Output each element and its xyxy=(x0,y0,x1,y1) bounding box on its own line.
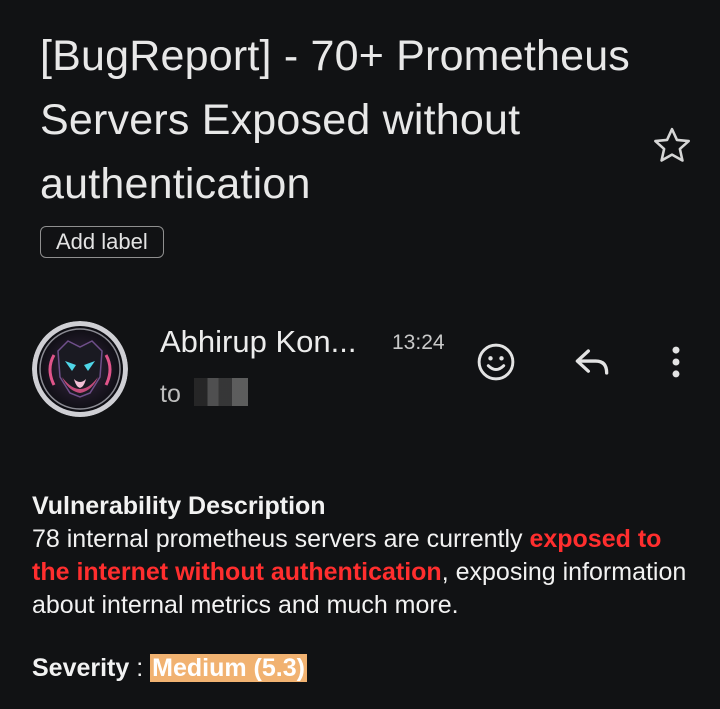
sender-avatar[interactable] xyxy=(32,321,128,417)
description-paragraph: 78 internal prometheus servers are curre… xyxy=(32,523,702,622)
sender-name[interactable]: Abhirup Kon... xyxy=(160,318,356,366)
recipient-label[interactable]: to xyxy=(160,378,181,410)
star-icon[interactable] xyxy=(650,124,694,168)
severity-value: Medium (5.3) xyxy=(150,654,307,682)
description-text: 78 internal prometheus servers are curre… xyxy=(32,525,530,553)
more-vert-icon[interactable] xyxy=(652,338,700,386)
emoji-reaction-icon[interactable] xyxy=(472,338,520,386)
reply-icon[interactable] xyxy=(568,338,616,386)
section-heading: Vulnerability Description xyxy=(32,492,326,520)
redacted-recipient xyxy=(194,378,248,406)
email-time: 13:24 xyxy=(392,331,445,354)
severity-label: Severity xyxy=(32,654,130,682)
add-label-button[interactable]: Add label xyxy=(40,226,164,258)
email-body: Vulnerability Description 78 internal pr… xyxy=(32,490,702,685)
severity-separator: : xyxy=(129,654,151,682)
severity-line: Severity : Medium (5.3) xyxy=(32,652,702,685)
email-subject: [BugReport] - 70+ Prometheus Servers Exp… xyxy=(40,32,631,208)
